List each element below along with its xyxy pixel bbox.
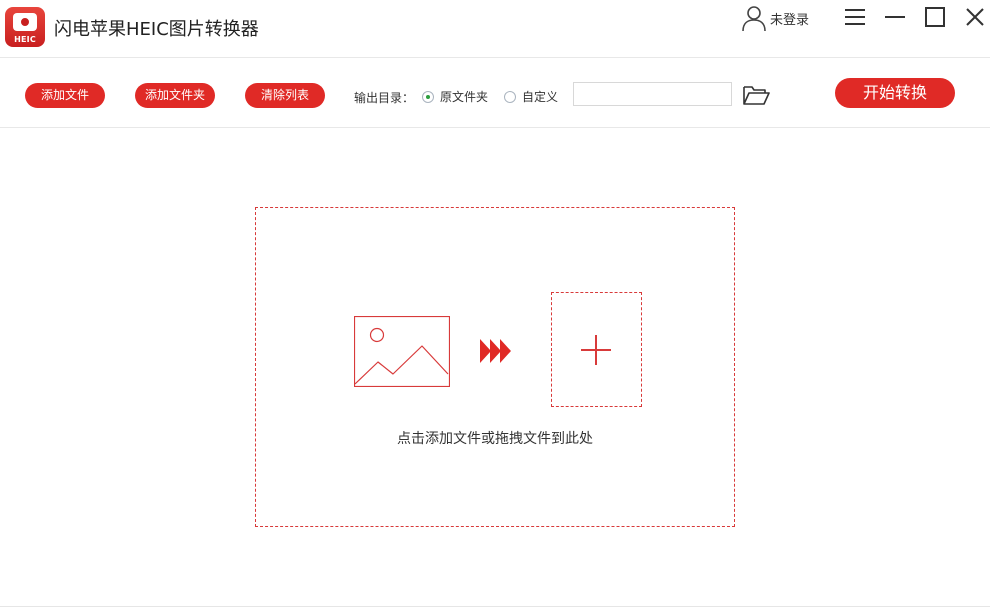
maximize-icon[interactable] xyxy=(924,6,946,28)
drop-hint-text: 点击添加文件或拖拽文件到此处 xyxy=(397,431,593,447)
radio-original-folder-circle[interactable] xyxy=(422,90,434,103)
output-path-input[interactable] xyxy=(573,82,732,106)
close-icon[interactable] xyxy=(964,6,986,28)
image-icon xyxy=(354,316,450,387)
camera-bolt-icon: HEIC xyxy=(5,7,45,47)
add-file-box[interactable] xyxy=(551,292,642,407)
toolbar: 添加文件 添加文件夹 清除列表 输出目录： 原文件夹 自定义 开始转换 xyxy=(0,58,990,128)
radio-custom-folder[interactable]: 自定义 xyxy=(504,88,558,105)
logo-lens xyxy=(19,16,31,28)
folder-open-icon[interactable] xyxy=(742,84,770,106)
login-button[interactable]: 未登录 xyxy=(740,4,809,32)
radio-original-folder-label: 原文件夹 xyxy=(440,90,489,104)
triple-arrow-icon xyxy=(480,339,511,363)
output-dir-label: 输出目录： xyxy=(354,91,415,105)
clear-list-button[interactable]: 清除列表 xyxy=(245,83,325,108)
radio-custom-folder-label: 自定义 xyxy=(522,90,559,104)
app-title: 闪电苹果HEIC图片转换器 xyxy=(54,19,259,40)
radio-custom-folder-circle[interactable] xyxy=(504,90,516,103)
start-convert-button[interactable]: 开始转换 xyxy=(835,78,955,108)
logo-text: HEIC xyxy=(14,35,36,44)
footer-divider xyxy=(0,606,990,607)
user-icon xyxy=(742,6,766,32)
plus-icon xyxy=(581,335,611,365)
login-label: 未登录 xyxy=(770,12,810,28)
menu-icon[interactable] xyxy=(844,6,866,28)
add-file-button[interactable]: 添加文件 xyxy=(25,83,105,108)
drop-zone[interactable]: 点击添加文件或拖拽文件到此处 xyxy=(255,207,735,527)
title-bar: HEIC 闪电苹果HEIC图片转换器 未登录 xyxy=(0,0,990,58)
minimize-icon[interactable] xyxy=(884,6,906,28)
radio-original-folder[interactable]: 原文件夹 xyxy=(422,88,488,105)
add-folder-button[interactable]: 添加文件夹 xyxy=(135,83,215,108)
